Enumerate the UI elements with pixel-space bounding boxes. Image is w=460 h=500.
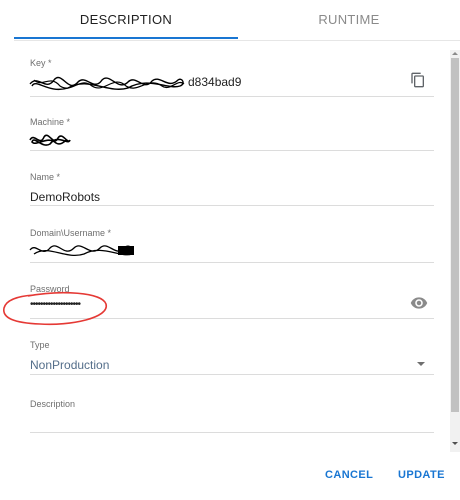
key-value-visible: d834bad9: [188, 75, 242, 89]
active-tab-indicator: [14, 37, 238, 39]
scroll-down-arrow-icon[interactable]: [451, 440, 459, 447]
update-button[interactable]: UPDATE: [398, 463, 445, 487]
name-label: Name *: [30, 172, 61, 182]
type-value: NonProduction: [30, 358, 110, 372]
scrollbar-thumb[interactable]: [451, 58, 459, 412]
redacted-key-scribble: [29, 77, 185, 91]
name-value: DemoRobots: [30, 190, 101, 204]
tab-description[interactable]: DESCRIPTION: [14, 0, 238, 40]
dropdown-arrow-icon[interactable]: [416, 360, 426, 368]
machine-label: Machine *: [30, 117, 71, 127]
cancel-button[interactable]: CANCEL: [325, 463, 373, 487]
domain-username-label: Domain\Username *: [30, 228, 112, 238]
name-field[interactable]: Name * DemoRobots: [30, 172, 434, 206]
tab-bar: DESCRIPTION RUNTIME: [14, 0, 460, 41]
scroll-up-arrow-icon[interactable]: [451, 50, 459, 57]
tab-runtime[interactable]: RUNTIME: [238, 0, 460, 40]
domain-username-field[interactable]: Domain\Username *: [29, 228, 434, 263]
key-field[interactable]: Key * d834bad9: [29, 58, 434, 97]
type-field[interactable]: Type NonProduction: [30, 340, 434, 375]
red-annotation-circle: [3, 291, 107, 326]
type-label: Type: [30, 340, 50, 350]
eye-icon[interactable]: [410, 294, 428, 312]
description-field[interactable]: Description: [30, 399, 434, 433]
copy-icon[interactable]: [410, 72, 426, 88]
redacted-machine-scribble: [29, 134, 71, 146]
description-label: Description: [30, 399, 76, 409]
machine-field[interactable]: Machine *: [29, 117, 434, 151]
redacted-username-scribble: [29, 245, 134, 256]
key-label: Key *: [30, 58, 52, 68]
